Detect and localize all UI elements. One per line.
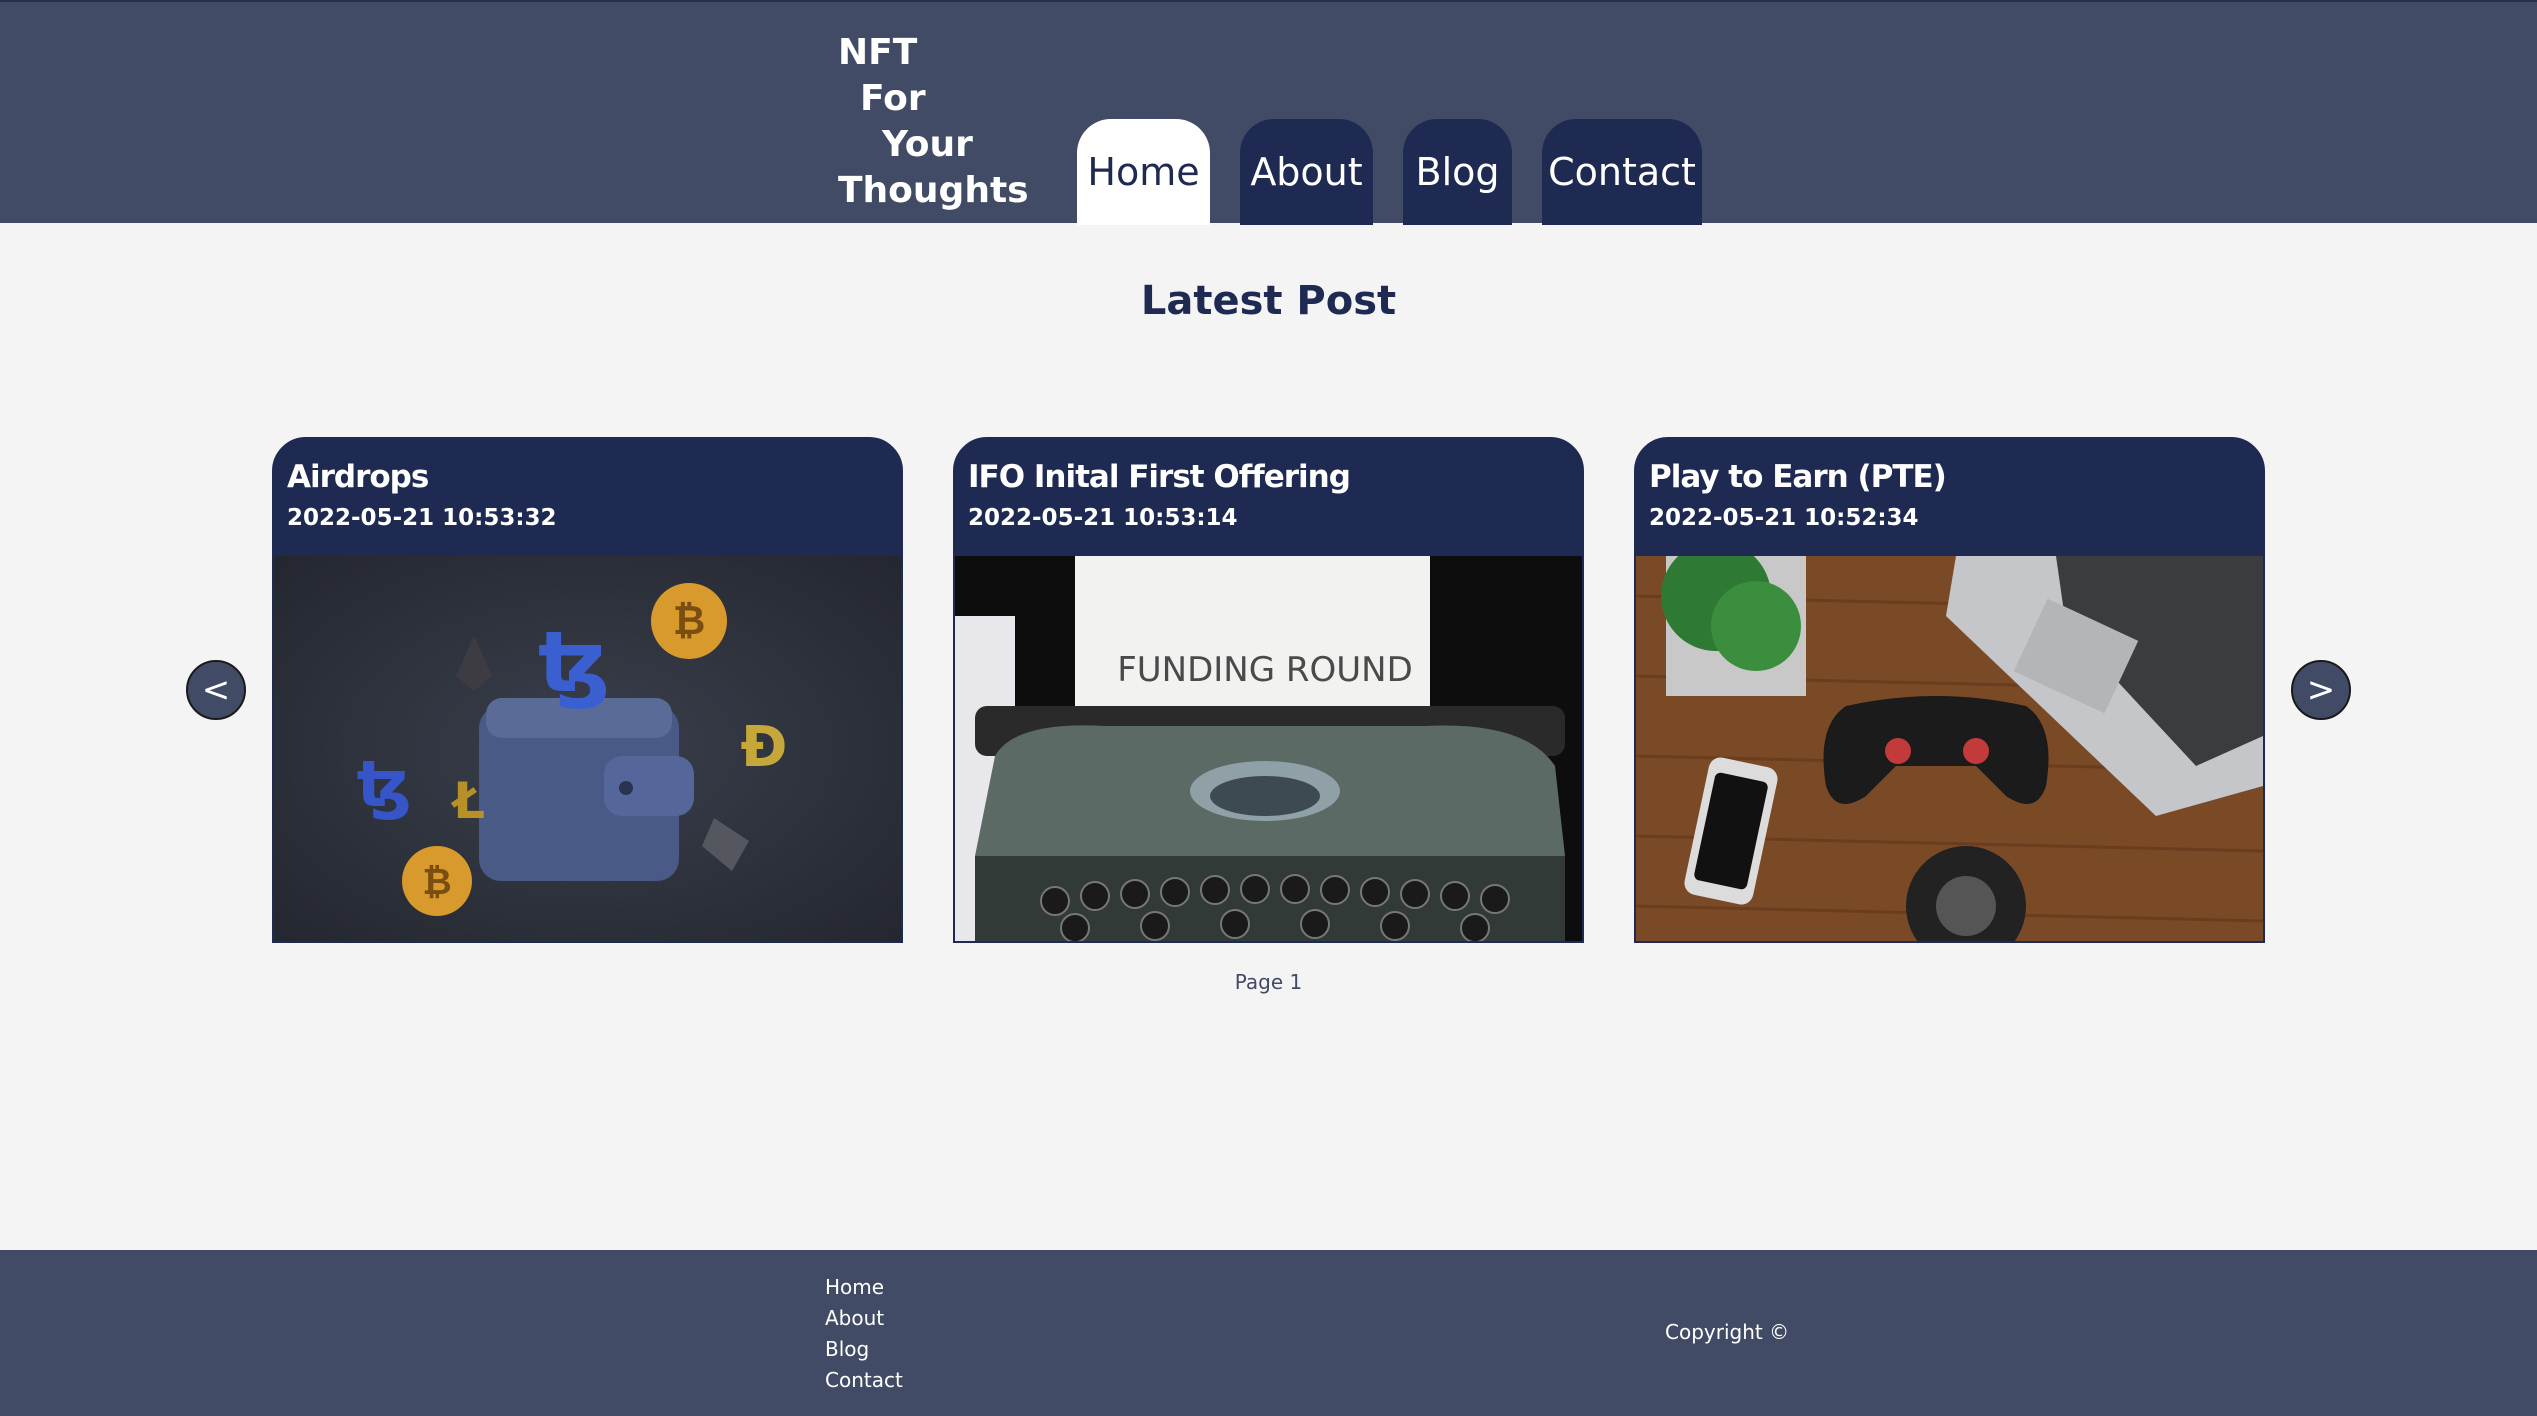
svg-text:ꜩ: ꜩ xyxy=(538,613,610,711)
svg-text:₿: ₿ xyxy=(673,598,706,644)
tab-home[interactable]: Home xyxy=(1077,119,1210,225)
post-date: 2022-05-21 10:52:34 xyxy=(1649,505,1919,531)
tab-about[interactable]: About xyxy=(1240,119,1373,225)
site-header: NFT For Your Thoughts Home About Blog Co… xyxy=(0,0,2537,225)
gaming-desk-image xyxy=(1636,556,2263,941)
footer-link-about[interactable]: About xyxy=(825,1303,903,1334)
page-indicator: Page 1 xyxy=(1234,970,1303,994)
logo-line: NFT xyxy=(838,32,918,73)
svg-text:Đ: Đ xyxy=(741,715,788,780)
carousel-prev-button[interactable]: < xyxy=(186,660,246,720)
svg-text:ꜩ: ꜩ xyxy=(357,748,412,822)
post-title: Airdrops xyxy=(287,459,429,495)
tab-blog[interactable]: Blog xyxy=(1403,119,1512,225)
footer-link-home[interactable]: Home xyxy=(825,1272,903,1303)
logo-line: Your xyxy=(882,124,973,165)
footer-links: Home About Blog Contact xyxy=(825,1272,903,1396)
typewriter-funding-round-image: FUNDING ROUND xyxy=(955,556,1582,941)
post-card-ifo[interactable]: IFO Inital First Offering 2022-05-21 10:… xyxy=(953,437,1584,943)
tab-contact[interactable]: Contact xyxy=(1542,119,1702,225)
post-title: Play to Earn (PTE) xyxy=(1649,459,1947,495)
carousel-next-button[interactable]: > xyxy=(2291,660,2351,720)
site-logo[interactable]: NFT For Your Thoughts xyxy=(838,30,1029,214)
svg-text:₿: ₿ xyxy=(422,862,451,903)
post-title: IFO Inital First Offering xyxy=(968,459,1351,495)
post-date: 2022-05-21 10:53:14 xyxy=(968,505,1238,531)
copyright-text: Copyright © xyxy=(1665,1320,1790,1344)
crypto-wallet-image: ₿ ₿ ꜩ ꜩ Ł Đ xyxy=(274,556,901,941)
svg-text:Ł: Ł xyxy=(450,772,485,830)
section-title: Latest Post xyxy=(1140,278,1397,324)
footer-link-contact[interactable]: Contact xyxy=(825,1365,903,1396)
post-date: 2022-05-21 10:53:32 xyxy=(287,505,557,531)
main-nav: Home About Blog Contact xyxy=(1077,119,1732,225)
typewriter-paper-text: FUNDING ROUND xyxy=(1117,650,1413,690)
logo-line: For xyxy=(860,78,926,119)
post-card-airdrops[interactable]: Airdrops 2022-05-21 10:53:32 ₿ ₿ ꜩ ꜩ Ł Đ xyxy=(272,437,903,943)
post-card-play-to-earn[interactable]: Play to Earn (PTE) 2022-05-21 10:52:34 xyxy=(1634,437,2265,943)
footer-link-blog[interactable]: Blog xyxy=(825,1334,903,1365)
site-footer: Home About Blog Contact Copyright © xyxy=(0,1250,2537,1416)
logo-line: Thoughts xyxy=(838,170,1029,211)
